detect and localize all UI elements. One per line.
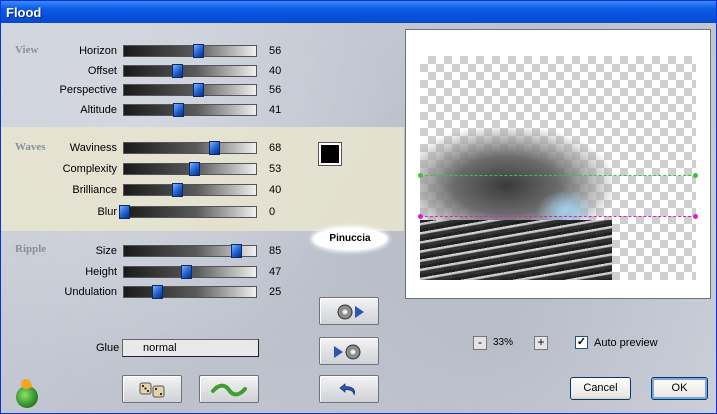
slider-row-perspective: Perspective 56 <box>1 81 301 101</box>
slider-value: 47 <box>269 266 282 278</box>
title-bar: Flood <box>1 1 716 23</box>
slider-value: 25 <box>269 286 282 298</box>
window-title: Flood <box>6 5 42 20</box>
zoom-in-button[interactable]: + <box>534 336 548 350</box>
slider-value: 56 <box>269 45 282 57</box>
flood-dialog: Flood View Horizon 56 Offset 40 Perspect… <box>0 0 717 414</box>
slider-label: Size <box>95 245 117 257</box>
film-reel-forward-icon <box>329 303 369 325</box>
undulation-slider[interactable] <box>123 285 257 299</box>
slider-label: Undulation <box>64 286 117 298</box>
slider-row-brilliance: Brilliance 40 <box>1 181 301 201</box>
horizon-slider[interactable] <box>123 44 257 58</box>
brilliance-slider[interactable] <box>123 183 257 197</box>
slider-label: Offset <box>87 65 117 77</box>
slider-value: 41 <box>269 104 282 116</box>
altitude-guide-line[interactable] <box>420 216 696 217</box>
glue-select[interactable]: normal <box>122 339 259 357</box>
undo-arrow-icon <box>337 381 361 403</box>
dialog-body: View Horizon 56 Offset 40 Perspective 56… <box>1 23 716 413</box>
slider-row-waviness: Waviness 68 <box>1 139 301 159</box>
undo-button[interactable] <box>319 375 379 403</box>
glue-label: Glue <box>96 342 120 354</box>
guide-handle-right[interactable] <box>693 214 698 219</box>
horizon-guide-line[interactable] <box>420 175 696 176</box>
blur-slider[interactable] <box>119 205 257 219</box>
height-slider[interactable] <box>123 265 257 279</box>
slider-label: Horizon <box>79 45 117 57</box>
slider-thumb[interactable] <box>119 205 130 219</box>
waves-color-swatch[interactable] <box>318 142 342 166</box>
slider-row-blur: Blur 0 <box>1 203 301 223</box>
slider-label: Perspective <box>59 84 117 96</box>
slider-row-height: Height 47 <box>1 263 301 283</box>
slider-value: 40 <box>269 65 282 77</box>
slider-thumb[interactable] <box>188 162 200 176</box>
slider-row-offset: Offset 40 <box>1 62 301 82</box>
guide-handle-left[interactable] <box>418 173 423 178</box>
slider-row-size: Size 85 <box>1 242 301 262</box>
slider-row-undulation: Undulation 25 <box>1 283 301 303</box>
slider-label: Blur <box>97 206 117 218</box>
preview-water-reflection <box>420 220 612 280</box>
guide-handle-left[interactable] <box>418 214 423 219</box>
slider-thumb[interactable] <box>171 64 183 78</box>
slider-value: 85 <box>269 245 282 257</box>
slider-row-altitude: Altitude 41 <box>1 101 301 121</box>
slider-thumb[interactable] <box>192 83 204 97</box>
slider-thumb[interactable] <box>171 183 183 197</box>
guide-handle-right[interactable] <box>693 173 698 178</box>
film-reel-back-icon <box>329 343 369 365</box>
slider-row-horizon: Horizon 56 <box>1 42 301 62</box>
ok-button[interactable]: OK <box>651 377 708 400</box>
slider-thumb[interactable] <box>192 44 204 58</box>
reset-button[interactable] <box>199 375 259 403</box>
size-slider[interactable] <box>123 244 257 258</box>
slider-value: 40 <box>269 184 282 196</box>
slider-value: 56 <box>269 84 282 96</box>
altitude-slider[interactable] <box>123 103 257 117</box>
slider-value: 0 <box>269 206 276 218</box>
play-back-button[interactable] <box>319 337 379 365</box>
app-logo-icon <box>16 386 38 408</box>
slider-row-complexity: Complexity 53 <box>1 160 301 180</box>
slider-label: Height <box>85 266 117 278</box>
slider-label: Waviness <box>69 142 117 154</box>
slider-value: 68 <box>269 142 282 154</box>
slider-label: Complexity <box>62 163 117 175</box>
slider-thumb[interactable] <box>152 285 163 299</box>
waviness-slider[interactable] <box>123 141 257 155</box>
slider-thumb[interactable] <box>231 244 243 258</box>
slider-label: Altitude <box>80 104 117 116</box>
preview-panel <box>405 29 711 299</box>
randomize-button[interactable] <box>122 375 182 403</box>
zoom-out-button[interactable]: - <box>473 336 487 350</box>
slider-thumb[interactable] <box>208 141 220 155</box>
complexity-slider[interactable] <box>123 162 257 176</box>
slider-value: 53 <box>269 163 282 175</box>
offset-slider[interactable] <box>123 64 257 78</box>
slider-thumb[interactable] <box>181 265 193 279</box>
slider-label: Brilliance <box>72 184 117 196</box>
zoom-level: 33% <box>493 337 514 348</box>
auto-preview-checkbox[interactable]: ✓ <box>575 336 588 349</box>
play-forward-button[interactable] <box>319 297 379 325</box>
auto-preview-label: Auto preview <box>594 337 658 349</box>
watermark-logo: Pinuccia <box>313 228 387 250</box>
perspective-slider[interactable] <box>123 83 257 97</box>
slider-thumb[interactable] <box>173 103 185 117</box>
cancel-button[interactable]: Cancel <box>570 377 631 400</box>
wave-icon <box>209 381 249 403</box>
dice-icon <box>132 381 172 403</box>
